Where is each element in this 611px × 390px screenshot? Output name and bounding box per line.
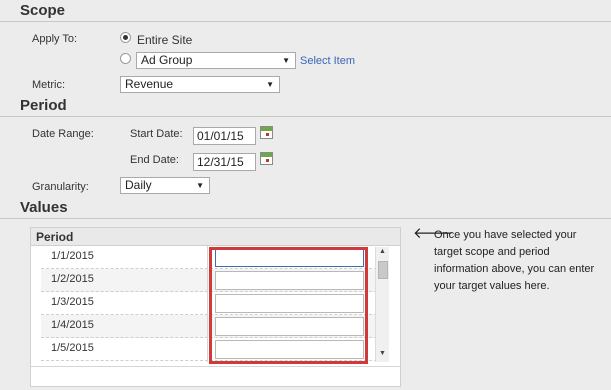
metric-select[interactable]: Revenue ▼ [120, 76, 280, 93]
metric-select-value: Revenue [125, 77, 174, 91]
value-input[interactable] [215, 340, 364, 359]
date-range-label: Date Range: [32, 128, 94, 140]
calendar-icon[interactable] [260, 126, 273, 139]
granularity-select[interactable]: Daily ▼ [120, 177, 210, 194]
scope-heading: Scope [20, 2, 66, 19]
scroll-down-icon[interactable]: ▼ [376, 350, 389, 357]
row-date: 1/2/2015 [51, 273, 94, 285]
scroll-up-icon[interactable]: ▲ [376, 248, 389, 255]
grid-footer-divider [31, 366, 400, 367]
calendar-icon[interactable] [260, 152, 273, 165]
period-divider [0, 116, 611, 117]
value-input[interactable] [215, 317, 364, 336]
grid-scrollbar[interactable]: ▲ ▼ [375, 247, 389, 362]
start-date-input[interactable]: 01/01/15 [193, 127, 256, 145]
ad-group-select-value: Ad Group [141, 53, 193, 67]
values-grid: Period 1/1/2015 1/2/2015 1/3/2015 1/4/20… [30, 227, 401, 387]
value-input[interactable] [215, 271, 364, 290]
table-row: 1/1/2015 [41, 246, 377, 269]
grid-header: Period [31, 228, 400, 246]
table-row: 1/5/2015 [41, 338, 377, 361]
row-date: 1/5/2015 [51, 342, 94, 354]
table-row: 1/4/2015 [41, 315, 377, 338]
ad-group-radio[interactable] [120, 53, 131, 64]
row-date: 1/3/2015 [51, 296, 94, 308]
ad-group-select[interactable]: Ad Group ▼ [136, 52, 296, 69]
value-input[interactable] [215, 294, 364, 313]
instruction-note: Once you have selected your target scope… [434, 229, 595, 292]
apply-to-label: Apply To: [32, 33, 78, 45]
scope-divider [0, 21, 611, 22]
granularity-select-value: Daily [125, 178, 152, 192]
end-date-input[interactable]: 12/31/15 [193, 153, 256, 171]
chevron-down-icon: ▼ [282, 56, 290, 65]
table-row: 1/3/2015 [41, 292, 377, 315]
table-row: 1/2/2015 [41, 269, 377, 292]
select-item-link[interactable]: Select Item [300, 55, 355, 67]
row-date: 1/4/2015 [51, 319, 94, 331]
entire-site-radio[interactable] [120, 32, 131, 43]
chevron-down-icon: ▼ [196, 181, 204, 190]
period-heading: Period [20, 97, 67, 114]
start-date-label: Start Date: [130, 128, 183, 140]
chevron-down-icon: ▼ [266, 80, 274, 89]
value-input[interactable] [215, 248, 364, 267]
column-divider [207, 246, 208, 362]
entire-site-label: Entire Site [137, 33, 193, 47]
end-date-label: End Date: [130, 154, 179, 166]
scroll-thumb[interactable] [378, 261, 388, 279]
metric-label: Metric: [32, 79, 65, 91]
values-divider [0, 218, 611, 219]
row-date: 1/1/2015 [51, 250, 94, 262]
granularity-label: Granularity: [32, 181, 89, 193]
values-heading: Values [20, 199, 68, 216]
grid-body: 1/1/2015 1/2/2015 1/3/2015 1/4/2015 1/5/… [41, 246, 377, 362]
